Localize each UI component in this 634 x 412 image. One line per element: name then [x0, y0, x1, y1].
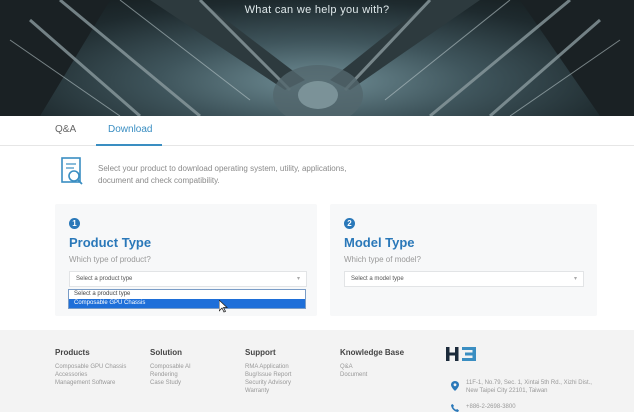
intro-text: Select your product to download operatin…: [98, 164, 347, 185]
company-address: 11F-1, No.79, Sec. 1, Xintai 5th Rd., Xi…: [466, 380, 592, 394]
footer-link[interactable]: Document: [340, 371, 404, 379]
model-type-title: Model Type: [344, 235, 415, 250]
footer-link[interactable]: Case Study: [150, 379, 191, 387]
step-2-badge: 2: [344, 218, 355, 229]
model-type-select[interactable]: Select a model type ▾: [344, 271, 584, 287]
footer-link[interactable]: Rendering: [150, 371, 191, 379]
footer-link[interactable]: Q&A: [340, 363, 404, 371]
footer-column-support: Support RMA Application Bug/Issue Report…: [245, 348, 291, 395]
product-type-subtitle: Which type of product?: [69, 255, 151, 264]
active-tab-indicator: [96, 144, 162, 146]
footer-link[interactable]: Composable GPU Chassis: [55, 363, 126, 371]
tab-download[interactable]: Download: [108, 124, 152, 135]
footer-column-products: Products Composable GPU Chassis Accessor…: [55, 348, 126, 387]
model-type-subtitle: Which type of model?: [344, 255, 421, 264]
footer-link[interactable]: Composable AI: [150, 363, 191, 371]
dropdown-option[interactable]: Select a product type: [69, 290, 305, 299]
model-type-select-value: Select a model type: [351, 276, 404, 282]
product-type-dropdown-list: Select a product type Composable GPU Cha…: [68, 289, 306, 309]
product-type-select-value: Select a product type: [76, 276, 133, 282]
product-type-title: Product Type: [69, 235, 152, 250]
footer-heading: Knowledge Base: [340, 348, 405, 357]
footer-link[interactable]: RMA Application: [245, 363, 291, 371]
chevron-down-icon: ▾: [573, 276, 577, 282]
phone-icon: [451, 404, 459, 412]
hero-title: What can we help you with?: [244, 4, 390, 16]
footer-link[interactable]: Warranty: [245, 387, 291, 395]
hero-background: [0, 0, 634, 116]
tab-bar: Q&A Download: [0, 116, 634, 146]
location-pin-icon: [451, 381, 459, 391]
footer-heading: Products: [55, 348, 90, 357]
step-1-badge: 1: [69, 218, 80, 229]
footer-link[interactable]: Accessories: [55, 371, 126, 379]
footer-link[interactable]: Security Advisory: [245, 379, 291, 387]
chevron-down-icon: ▾: [296, 276, 300, 282]
document-search-icon: [61, 157, 83, 185]
model-type-panel: 2 Model Type Which type of model? Select…: [330, 204, 597, 316]
tab-qa[interactable]: Q&A: [55, 124, 76, 135]
footer-heading: Solution: [150, 348, 182, 357]
company-phone[interactable]: +886-2-2698-3800: [466, 404, 516, 410]
h3-logo[interactable]: [446, 345, 486, 363]
mouse-pointer-icon: [219, 300, 228, 313]
footer-heading: Support: [245, 348, 276, 357]
footer-column-knowledge-base: Knowledge Base Q&A Document: [340, 348, 404, 379]
footer: Products Composable GPU Chassis Accessor…: [0, 330, 634, 412]
dropdown-option-highlighted[interactable]: Composable GPU Chassis: [69, 299, 305, 308]
product-type-select[interactable]: Select a product type ▾: [69, 271, 307, 287]
footer-column-solution: Solution Composable AI Rendering Case St…: [150, 348, 191, 387]
footer-link[interactable]: Management Software: [55, 379, 126, 387]
footer-link[interactable]: Bug/Issue Report: [245, 371, 291, 379]
hero-banner: What can we help you with?: [0, 0, 634, 116]
